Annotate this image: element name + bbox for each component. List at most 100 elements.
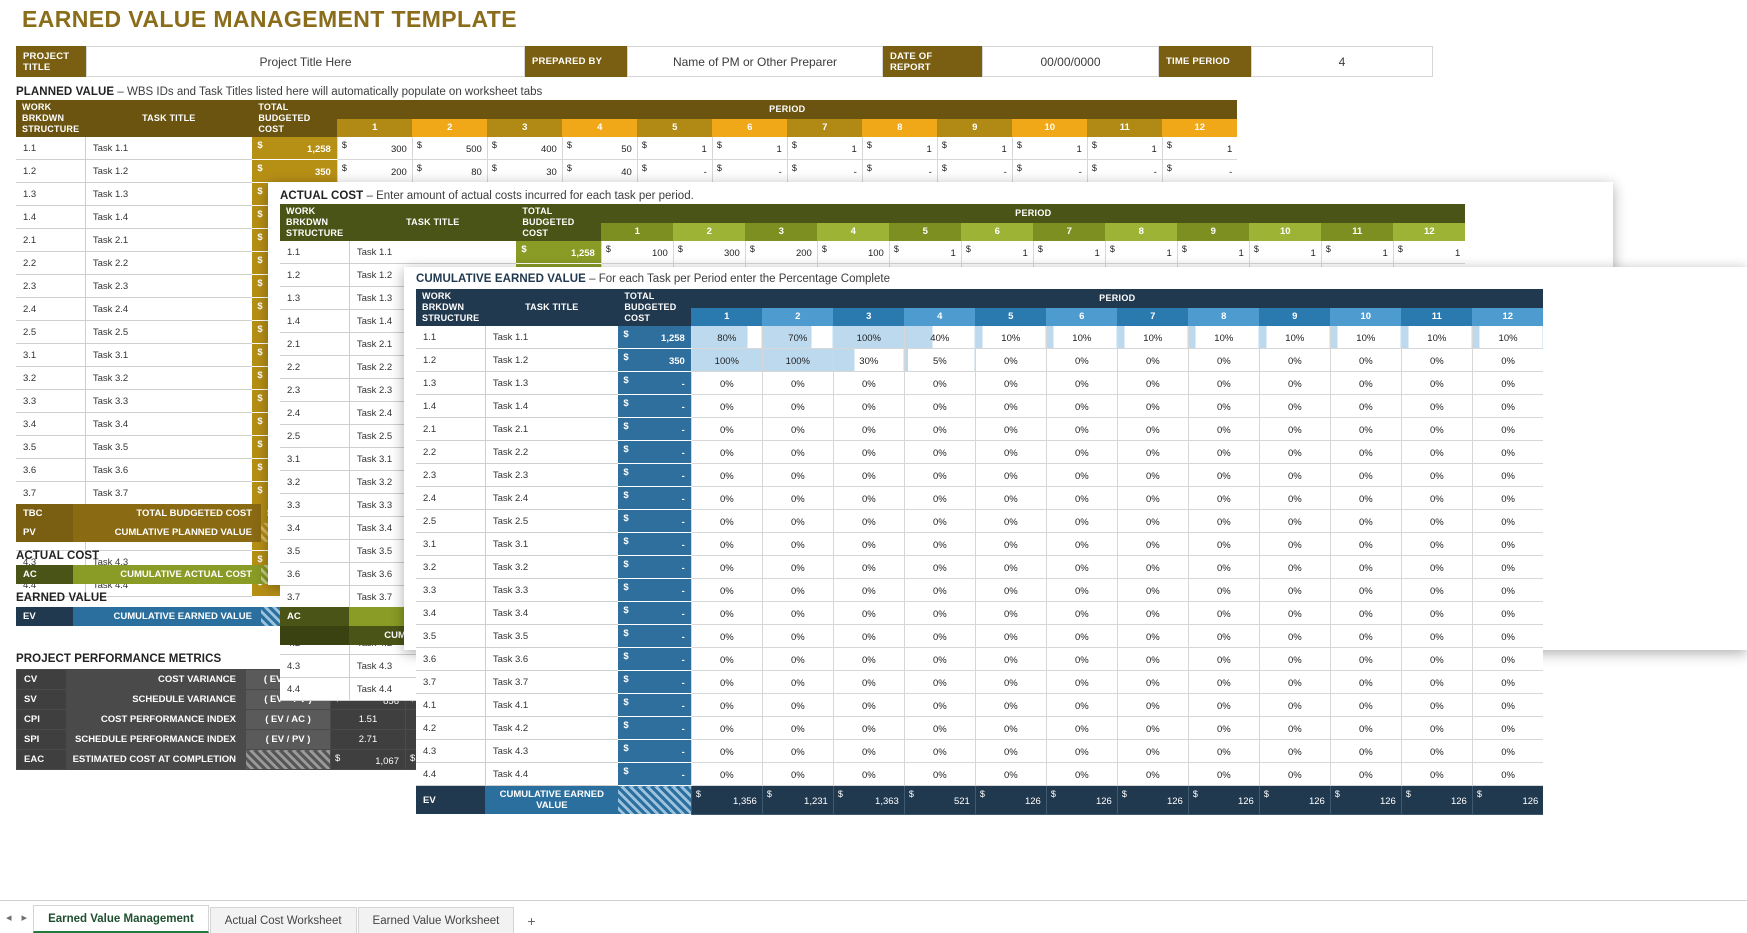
- percent-complete-cell[interactable]: 0%: [1472, 648, 1543, 671]
- percent-complete-cell[interactable]: 0%: [1188, 349, 1259, 372]
- percent-complete-cell[interactable]: 0%: [1330, 648, 1401, 671]
- percent-complete-cell[interactable]: 0%: [975, 694, 1046, 717]
- triangle-right-icon[interactable]: ▸: [22, 911, 28, 924]
- amount-cell[interactable]: $-: [787, 160, 862, 183]
- percent-complete-cell[interactable]: 0%: [1046, 625, 1117, 648]
- amount-cell[interactable]: $1: [787, 137, 862, 160]
- percent-complete-cell[interactable]: 0%: [1401, 602, 1472, 625]
- wbs-cell[interactable]: 2.3: [416, 464, 485, 487]
- task-title-cell[interactable]: Task 1.1: [349, 241, 516, 264]
- percent-complete-cell[interactable]: 0%: [904, 763, 975, 786]
- task-title-cell[interactable]: Task 3.2: [85, 367, 252, 390]
- add-sheet-button[interactable]: +: [515, 908, 547, 933]
- wbs-cell[interactable]: 2.1: [280, 333, 349, 356]
- percent-complete-cell[interactable]: 0%: [1117, 349, 1188, 372]
- wbs-cell[interactable]: 2.2: [16, 252, 85, 275]
- percent-complete-cell[interactable]: 0%: [762, 464, 833, 487]
- percent-complete-cell[interactable]: 0%: [1117, 648, 1188, 671]
- percent-complete-cell[interactable]: 0%: [691, 648, 762, 671]
- task-title-cell[interactable]: Task 3.5: [85, 436, 252, 459]
- percent-complete-cell[interactable]: 0%: [1046, 556, 1117, 579]
- percent-complete-cell[interactable]: 0%: [833, 510, 904, 533]
- wbs-cell[interactable]: 3.7: [280, 586, 349, 609]
- wbs-cell[interactable]: 1.2: [280, 264, 349, 287]
- percent-complete-cell[interactable]: 0%: [1188, 694, 1259, 717]
- wbs-cell[interactable]: 1.4: [416, 395, 485, 418]
- task-title-cell[interactable]: Task 1.1: [85, 137, 252, 160]
- task-title-cell[interactable]: Task 4.3: [485, 740, 618, 763]
- percent-complete-cell[interactable]: 0%: [1188, 533, 1259, 556]
- wbs-cell[interactable]: 3.1: [280, 448, 349, 471]
- percent-complete-cell[interactable]: 0%: [1401, 510, 1472, 533]
- percent-complete-cell[interactable]: 0%: [1117, 579, 1188, 602]
- amount-cell[interactable]: $50: [562, 137, 637, 160]
- percent-complete-cell[interactable]: 0%: [762, 372, 833, 395]
- percent-complete-cell[interactable]: 0%: [833, 395, 904, 418]
- percent-complete-cell[interactable]: 0%: [1188, 579, 1259, 602]
- task-title-cell[interactable]: Task 2.1: [85, 229, 252, 252]
- percent-complete-cell[interactable]: 0%: [975, 533, 1046, 556]
- amount-cell[interactable]: $500: [412, 137, 487, 160]
- percent-complete-cell[interactable]: 80%: [691, 326, 762, 349]
- amount-cell[interactable]: $1,363: [833, 786, 904, 815]
- percent-complete-cell[interactable]: 0%: [904, 579, 975, 602]
- wbs-cell[interactable]: 2.5: [16, 321, 85, 344]
- percent-complete-cell[interactable]: 0%: [1259, 372, 1330, 395]
- wbs-cell[interactable]: 3.6: [280, 563, 349, 586]
- percent-complete-cell[interactable]: 0%: [904, 487, 975, 510]
- percent-complete-cell[interactable]: 0%: [1401, 464, 1472, 487]
- percent-complete-cell[interactable]: 0%: [1330, 740, 1401, 763]
- percent-complete-cell[interactable]: 0%: [691, 533, 762, 556]
- percent-complete-cell[interactable]: 0%: [1401, 740, 1472, 763]
- amount-cell[interactable]: $-: [1012, 160, 1087, 183]
- percent-complete-cell[interactable]: 0%: [1330, 763, 1401, 786]
- percent-complete-cell[interactable]: 0%: [762, 556, 833, 579]
- percent-complete-cell[interactable]: 10%: [975, 326, 1046, 349]
- amount-cell[interactable]: $40: [562, 160, 637, 183]
- percent-complete-cell[interactable]: 0%: [691, 510, 762, 533]
- percent-complete-cell[interactable]: 0%: [1401, 648, 1472, 671]
- percent-complete-cell[interactable]: 10%: [1046, 326, 1117, 349]
- percent-complete-cell[interactable]: 0%: [833, 464, 904, 487]
- time-period-input[interactable]: 4: [1251, 46, 1433, 77]
- percent-complete-cell[interactable]: 0%: [1401, 556, 1472, 579]
- amount-cell[interactable]: $1: [1087, 137, 1162, 160]
- percent-complete-cell[interactable]: 0%: [1330, 533, 1401, 556]
- task-title-cell[interactable]: Task 2.2: [85, 252, 252, 275]
- percent-complete-cell[interactable]: 0%: [1117, 464, 1188, 487]
- percent-complete-cell[interactable]: 0%: [1472, 740, 1543, 763]
- wbs-cell[interactable]: 4.2: [416, 717, 485, 740]
- percent-complete-cell[interactable]: 0%: [1401, 418, 1472, 441]
- amount-cell[interactable]: $126: [1401, 786, 1472, 815]
- percent-complete-cell[interactable]: 0%: [691, 717, 762, 740]
- percent-complete-cell[interactable]: 0%: [1188, 740, 1259, 763]
- wbs-cell[interactable]: 3.5: [416, 625, 485, 648]
- percent-complete-cell[interactable]: 0%: [1259, 395, 1330, 418]
- percent-complete-cell[interactable]: 0%: [691, 579, 762, 602]
- percent-complete-cell[interactable]: 0%: [1259, 349, 1330, 372]
- percent-complete-cell[interactable]: 0%: [1188, 671, 1259, 694]
- percent-complete-cell[interactable]: 0%: [833, 694, 904, 717]
- amount-cell[interactable]: $300: [673, 241, 745, 264]
- percent-complete-cell[interactable]: 0%: [691, 372, 762, 395]
- percent-complete-cell[interactable]: 0%: [1046, 579, 1117, 602]
- percent-complete-cell[interactable]: 0%: [691, 464, 762, 487]
- percent-complete-cell[interactable]: 0%: [762, 533, 833, 556]
- task-title-cell[interactable]: Task 3.4: [85, 413, 252, 436]
- percent-complete-cell[interactable]: 0%: [975, 579, 1046, 602]
- task-title-cell[interactable]: Task 4.2: [485, 717, 618, 740]
- task-title-cell[interactable]: Task 2.3: [85, 275, 252, 298]
- percent-complete-cell[interactable]: 0%: [1472, 533, 1543, 556]
- percent-complete-cell[interactable]: 0%: [975, 625, 1046, 648]
- percent-complete-cell[interactable]: 70%: [762, 326, 833, 349]
- percent-complete-cell[interactable]: 0%: [1188, 395, 1259, 418]
- percent-complete-cell[interactable]: 0%: [975, 372, 1046, 395]
- percent-complete-cell[interactable]: 0%: [1046, 418, 1117, 441]
- percent-complete-cell[interactable]: 0%: [1188, 464, 1259, 487]
- percent-complete-cell[interactable]: 0%: [1046, 533, 1117, 556]
- percent-complete-cell[interactable]: 0%: [904, 694, 975, 717]
- task-title-cell[interactable]: Task 2.4: [485, 487, 618, 510]
- task-title-cell[interactable]: Task 3.6: [485, 648, 618, 671]
- percent-complete-cell[interactable]: 100%: [762, 349, 833, 372]
- wbs-cell[interactable]: 3.7: [416, 671, 485, 694]
